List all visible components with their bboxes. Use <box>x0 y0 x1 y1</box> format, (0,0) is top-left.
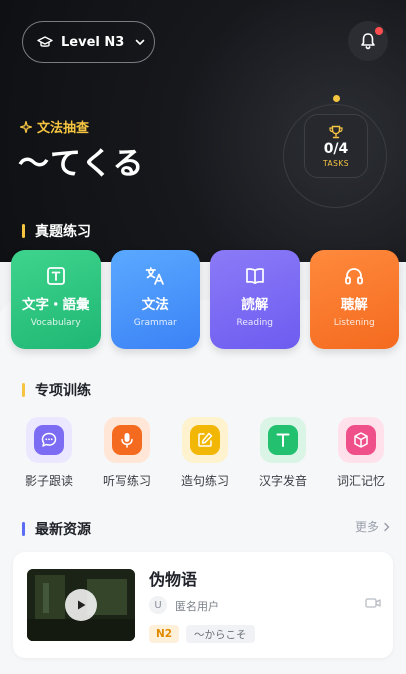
tool-shadowing[interactable]: 影子跟读 <box>10 417 88 489</box>
tool-icon-tile <box>104 417 150 463</box>
tool-icon-tile <box>26 417 72 463</box>
tasks-widget[interactable]: 0/4 TASKS <box>304 114 368 178</box>
cube-icon <box>354 432 368 448</box>
tool-vocabulary-memory[interactable]: 词汇记忆 <box>322 417 400 489</box>
text-box-icon <box>46 267 65 285</box>
section-title-text: 专项训练 <box>35 383 91 399</box>
chat-bubble-icon <box>41 432 57 447</box>
video-icon <box>365 598 381 608</box>
card-reading[interactable]: 読解 Reading <box>210 250 300 349</box>
book-icon <box>245 268 264 285</box>
play-icon <box>78 600 86 610</box>
card-listening[interactable]: 聴解 Listening <box>309 250 399 349</box>
section-accent-bar <box>22 383 25 397</box>
card-subtitle: Grammar <box>133 318 177 328</box>
sparkle-icon <box>20 120 32 133</box>
chevron-down-icon <box>136 39 145 45</box>
chevron-right-icon <box>384 522 390 531</box>
notification-button[interactable] <box>348 21 388 61</box>
more-label: 更多 <box>355 520 380 534</box>
section-accent-bar <box>22 522 25 536</box>
avatar: U <box>149 596 167 614</box>
tool-label: 听写练习 <box>102 474 151 488</box>
more-link[interactable]: 更多 <box>355 518 391 535</box>
edit-icon <box>198 432 213 447</box>
resource-author: 匿名用户 <box>175 600 219 613</box>
card-title: 文法 <box>141 297 169 313</box>
tasks-count: 0/4 <box>323 140 349 157</box>
headphones-icon <box>345 268 364 285</box>
tool-label: 影子跟读 <box>24 474 73 488</box>
resource-title: 伪物语 <box>149 570 198 589</box>
level-tag: N2 <box>149 625 180 643</box>
section-title-latest-resources: 最新资源 <box>22 519 91 539</box>
level-label: Level N3 <box>61 34 125 50</box>
resource-thumbnail <box>27 569 135 641</box>
notification-badge <box>375 27 383 35</box>
play-button[interactable] <box>65 589 97 621</box>
card-subtitle: Reading <box>236 318 274 328</box>
tool-icon-tile <box>182 417 228 463</box>
translate-icon <box>145 267 165 285</box>
tool-icon-tile <box>338 417 384 463</box>
exam-practice-cards: 文字・語彙 Vocabulary 文法 Grammar 読解 Reading 聴… <box>11 250 399 350</box>
tasks-progress-indicator <box>333 95 340 102</box>
microphone-icon <box>121 433 133 448</box>
section-title-exam-practice: 真题练习 <box>22 221 91 241</box>
card-title: 聴解 <box>340 297 368 313</box>
card-grammar[interactable]: 文法 Grammar <box>110 250 200 349</box>
letter-t-icon <box>276 433 290 447</box>
card-subtitle: Vocabulary <box>30 318 81 328</box>
bell-icon <box>361 33 375 50</box>
tool-kanji-pronunciation[interactable]: 汉字发音 <box>244 417 322 489</box>
level-selector[interactable]: Level N3 <box>22 21 155 63</box>
tool-label: 汉字发音 <box>258 474 307 488</box>
grammar-tag: ～からこそ <box>186 625 255 643</box>
graduation-cap-icon <box>37 36 53 47</box>
daily-grammar-kicker: 文法抽查 <box>20 117 89 136</box>
tool-sentence-making[interactable]: 造句练习 <box>166 417 244 489</box>
kicker-label: 文法抽查 <box>37 121 90 136</box>
trophy-icon <box>329 125 343 138</box>
section-accent-bar <box>22 224 25 238</box>
section-title-text: 真题练习 <box>35 224 91 240</box>
card-vocabulary[interactable]: 文字・語彙 Vocabulary <box>11 250 101 349</box>
card-title: 読解 <box>241 297 269 313</box>
grammar-headline[interactable]: ～てくる <box>18 138 144 183</box>
tool-icon-tile <box>260 417 306 463</box>
section-title-text: 最新资源 <box>35 522 91 538</box>
tool-label: 造句练习 <box>180 474 229 488</box>
tool-label: 词汇记忆 <box>336 474 385 488</box>
special-training-list: 影子跟读 听写练习 造句练习 汉字发音 词汇记忆 <box>10 417 400 489</box>
tasks-label: TASKS <box>322 158 350 168</box>
tool-dictation[interactable]: 听写练习 <box>88 417 166 489</box>
card-title: 文字・語彙 <box>22 297 90 313</box>
resource-card[interactable]: 伪物语 U 匿名用户 N2 ～からこそ <box>13 552 393 658</box>
card-subtitle: Listening <box>333 318 375 328</box>
section-title-special-training: 专项训练 <box>22 380 91 400</box>
